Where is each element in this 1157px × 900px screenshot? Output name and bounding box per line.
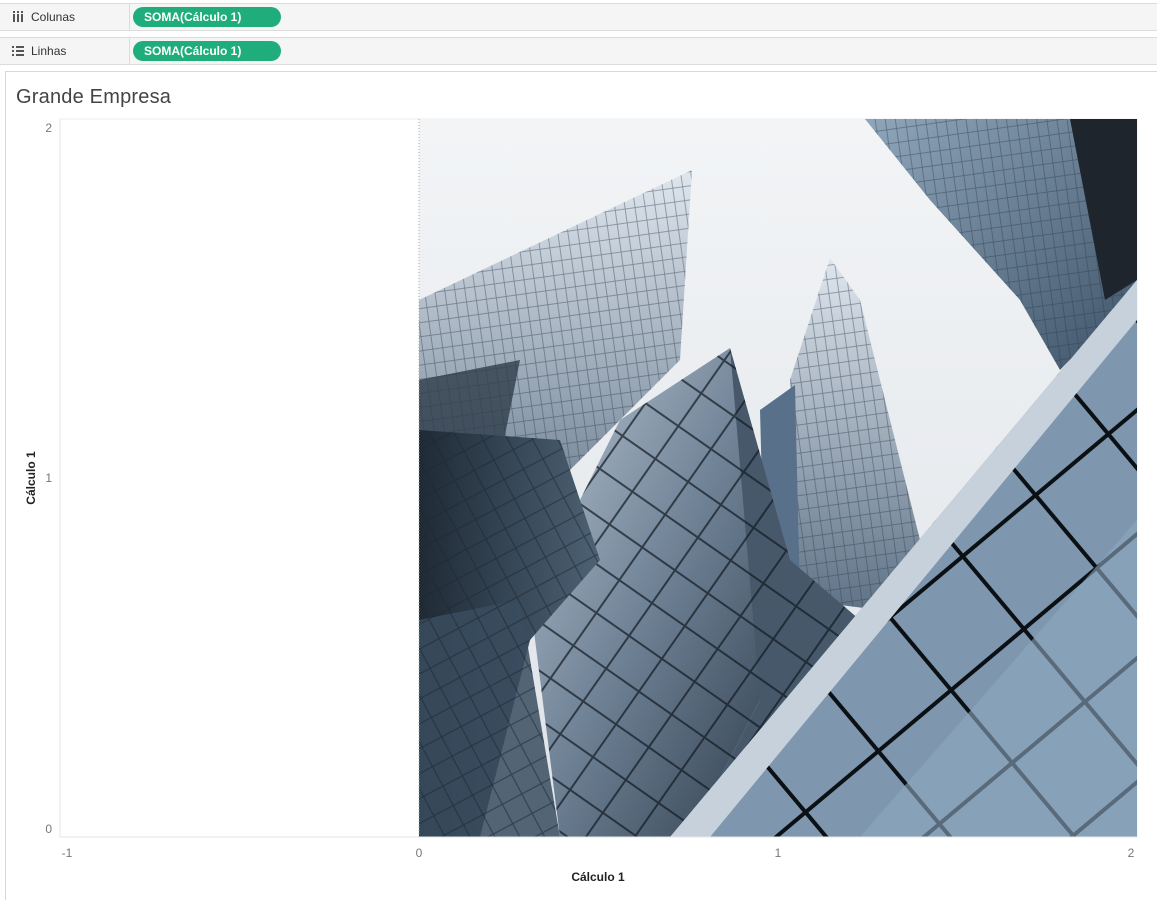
- skyscrapers-background-image: [419, 119, 1137, 837]
- y-tick-label: 1: [45, 471, 52, 485]
- x-tick-label: 1: [775, 846, 782, 860]
- x-axis-title: Cálculo 1: [571, 870, 625, 884]
- y-tick-label: 0: [45, 822, 52, 836]
- y-axis-title: Cálculo 1: [24, 451, 38, 505]
- x-tick-label: 0: [416, 846, 423, 860]
- x-tick-label: -1: [62, 846, 73, 860]
- y-axis[interactable]: 0 1 2: [45, 121, 52, 836]
- x-axis[interactable]: -1 0 1 2: [62, 846, 1135, 860]
- x-tick-label: 2: [1128, 846, 1135, 860]
- chart[interactable]: -1 0 1 2 0 1 2 Cálculo 1 Cálculo 1: [0, 0, 1157, 900]
- y-tick-label: 2: [45, 121, 52, 135]
